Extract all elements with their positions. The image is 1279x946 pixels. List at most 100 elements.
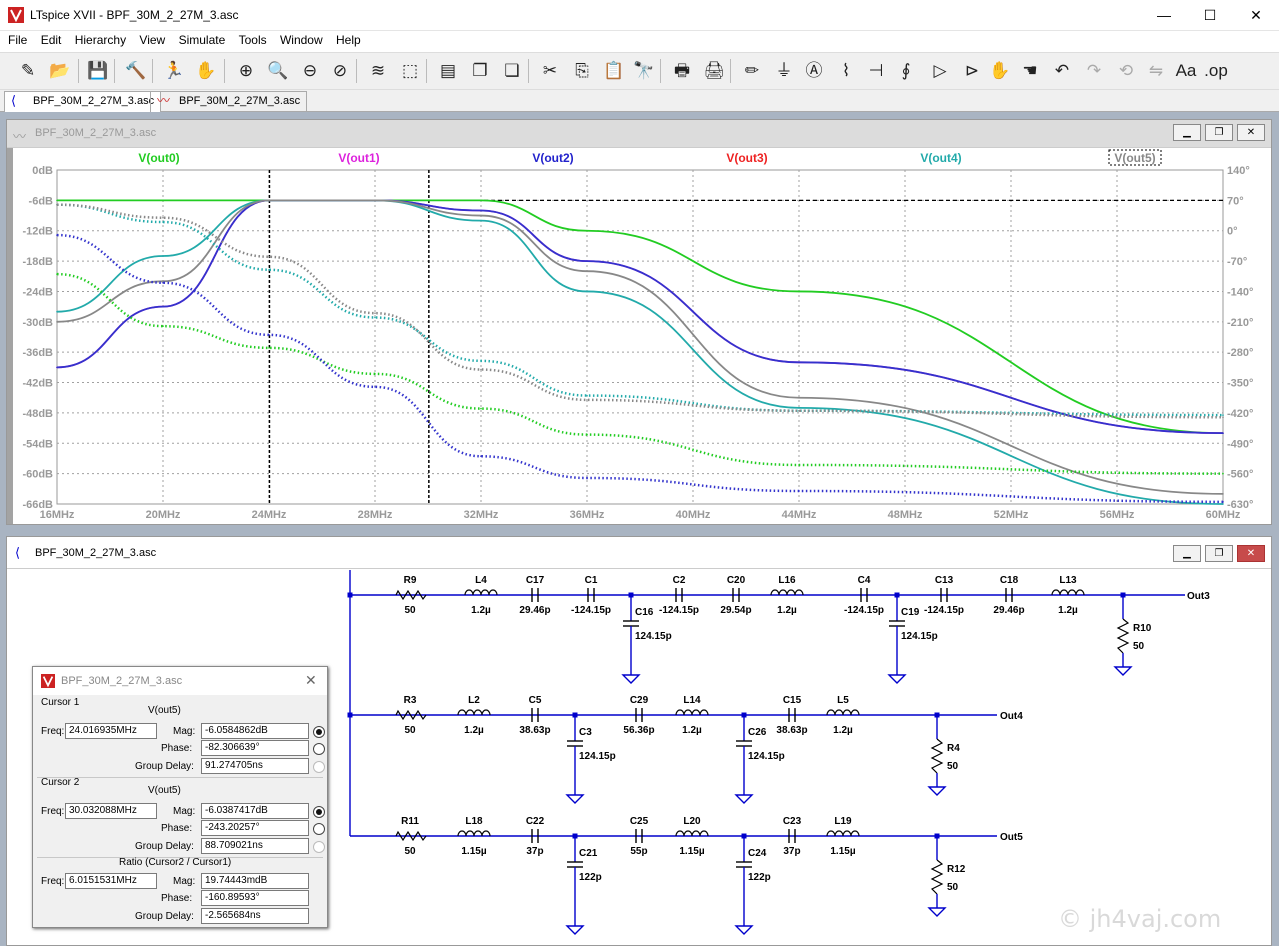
resistor-icon[interactable]: ⌇	[832, 57, 860, 85]
menu-view[interactable]: View	[139, 31, 165, 47]
cursor2-mag-field[interactable]: -6.0387417dB	[201, 803, 309, 819]
ratio-phase-field[interactable]: -160.89593°	[201, 890, 309, 906]
zoom-out-icon[interactable]: ⊖	[296, 57, 324, 85]
drag-icon[interactable]: ☚	[1016, 57, 1044, 85]
value-label: 29.54p	[720, 605, 751, 616]
save-icon[interactable]: 💾	[84, 57, 112, 85]
ref-label: C4	[858, 575, 871, 586]
cut-icon[interactable]: ✂	[536, 57, 564, 85]
inductor-icon[interactable]: ∮	[892, 57, 920, 85]
diode-icon[interactable]: ▷	[926, 57, 954, 85]
menu-edit[interactable]: Edit	[41, 31, 62, 47]
data-point	[56, 321, 58, 323]
open-folder-icon[interactable]: 📂	[46, 57, 74, 85]
ground-icon[interactable]: ⏚	[770, 57, 798, 85]
menu-file[interactable]: File	[8, 31, 27, 47]
waveform-plot[interactable]: 16MHz 20MHz 24MHz 28MHz 32MHz 36MHz 40MHz 44MHz…	[13, 148, 1271, 524]
cursor2-gd-radio[interactable]	[313, 841, 325, 853]
mdi-minimize-button[interactable]: ▁	[1173, 545, 1201, 562]
mdi-restore-button[interactable]: ❐	[1205, 124, 1233, 141]
trace-label[interactable]: V(out5)	[1114, 151, 1155, 165]
autorange-icon[interactable]: ≋	[364, 57, 392, 85]
undo-icon[interactable]: ↶	[1048, 57, 1076, 85]
cursor1-mag-field[interactable]: -6.0584862dB	[201, 723, 309, 739]
redo-icon[interactable]: ↷	[1080, 57, 1108, 85]
cursor2-phase-radio[interactable]	[313, 823, 325, 835]
value-label: -124.15p	[844, 605, 884, 616]
tab-waveform[interactable]: 〰 BPF_30M_2_27M_3.asc	[150, 91, 308, 112]
trace-label[interactable]: V(out3)	[726, 151, 767, 165]
close-icon[interactable]: ✕	[305, 672, 317, 689]
control-panel-icon[interactable]: 🔨	[122, 57, 150, 85]
cursor1-freq-field[interactable]: 24.016935MHz	[65, 723, 157, 739]
mdi-restore-button[interactable]: ❐	[1205, 545, 1233, 562]
fit-icon[interactable]: ⬚	[396, 57, 424, 85]
data-point	[586, 394, 588, 397]
trace-label[interactable]: V(out2)	[532, 151, 573, 165]
mdi-close-button[interactable]: ✕	[1237, 545, 1265, 562]
trace-label[interactable]: V(out0)	[138, 151, 179, 165]
menu-help[interactable]: Help	[336, 31, 361, 47]
ratio-mag-field[interactable]: 19.74443mdB	[201, 873, 309, 889]
ratio-gd-field[interactable]: -2.565684ns	[201, 908, 309, 924]
tile-horizontal-icon[interactable]: ▤	[434, 57, 462, 85]
minimize-button[interactable]: —	[1141, 0, 1187, 31]
cursor1-phase-radio[interactable]	[313, 743, 325, 755]
cursor1-gd-radio[interactable]	[313, 761, 325, 773]
trace-label[interactable]: V(out1)	[338, 151, 379, 165]
copy-icon[interactable]: ⎘	[568, 57, 596, 85]
label-net-icon[interactable]: Ⓐ	[800, 57, 828, 85]
cursor2-gd-field[interactable]: 88.709021ns	[201, 838, 309, 854]
cursor2-mag-radio[interactable]	[313, 806, 325, 818]
new-schematic-icon[interactable]: ✎	[14, 57, 42, 85]
cascade-icon[interactable]: ❐	[466, 57, 494, 85]
run-icon[interactable]: 🏃	[160, 57, 188, 85]
maximize-button[interactable]: ☐	[1187, 0, 1233, 31]
move-icon[interactable]: ✋	[986, 57, 1014, 85]
value-label: 29.46p	[519, 605, 550, 616]
cursor1-phase-field[interactable]: -82.306639°	[201, 740, 309, 756]
net-label-out3: Out3	[1187, 591, 1210, 602]
mirror-icon[interactable]: ⇋	[1142, 57, 1170, 85]
toolbar-separator	[660, 59, 661, 83]
zoom-pan-icon[interactable]: 🔍	[264, 57, 292, 85]
ref-label: C29	[630, 695, 649, 706]
x-tick-label: 20MHz	[146, 509, 181, 521]
data-point	[1222, 472, 1224, 475]
tab-schematic[interactable]: ⟨ BPF_30M_2_27M_3.asc	[4, 91, 162, 112]
zoom-cancel-icon[interactable]: ⊘	[326, 57, 354, 85]
cursor-readout-window[interactable]: BPF_30M_2_27M_3.asc ✕ Cursor 1 V(out5) F…	[32, 666, 328, 928]
print-setup-icon[interactable]: 🖨	[700, 57, 728, 85]
tile-vertical-icon[interactable]: ❏	[498, 57, 526, 85]
cursor2-phase-field[interactable]: -243.20257°	[201, 820, 309, 836]
mdi-close-button[interactable]: ✕	[1237, 124, 1265, 141]
close-button[interactable]: ✕	[1233, 0, 1279, 31]
capacitor-icon[interactable]: ⊣	[862, 57, 890, 85]
value-label: 1.2µ	[1058, 605, 1078, 616]
menu-simulate[interactable]: Simulate	[179, 31, 226, 47]
text-icon[interactable]: Aa	[1172, 57, 1200, 85]
menu-hierarchy[interactable]: Hierarchy	[75, 31, 126, 47]
data-point	[56, 310, 58, 313]
trace-label[interactable]: V(out4)	[920, 151, 961, 165]
cursor1-gd-field[interactable]: 91.274705ns	[201, 758, 309, 774]
rotate-icon[interactable]: ⟲	[1112, 57, 1140, 85]
print-icon[interactable]: 🖶	[668, 57, 696, 85]
spice-directive-icon[interactable]: .op	[1202, 57, 1230, 85]
data-point	[480, 407, 482, 410]
menu-tools[interactable]: Tools	[239, 31, 267, 47]
plot-area[interactable]: 16MHz 20MHz 24MHz 28MHz 32MHz 36MHz 40MHz 44MHz…	[13, 148, 1271, 524]
mdi-minimize-button[interactable]: ▁	[1173, 124, 1201, 141]
cursor2-freq-label: Freq:	[41, 806, 65, 817]
find-icon[interactable]: 🔭	[630, 57, 658, 85]
draw-wire-icon[interactable]: ✏	[738, 57, 766, 85]
menu-window[interactable]: Window	[280, 31, 323, 47]
paste-icon[interactable]: 📋	[600, 57, 628, 85]
value-label: 1.2µ	[471, 605, 491, 616]
cursor2-freq-field[interactable]: 30.032088MHz	[65, 803, 157, 819]
component-icon[interactable]: ⊳	[958, 57, 986, 85]
zoom-in-icon[interactable]: ⊕	[232, 57, 260, 85]
halt-icon[interactable]: ✋	[192, 57, 220, 85]
cursor1-mag-radio[interactable]	[313, 726, 325, 738]
ratio-freq-field[interactable]: 6.0151531MHz	[65, 873, 157, 889]
